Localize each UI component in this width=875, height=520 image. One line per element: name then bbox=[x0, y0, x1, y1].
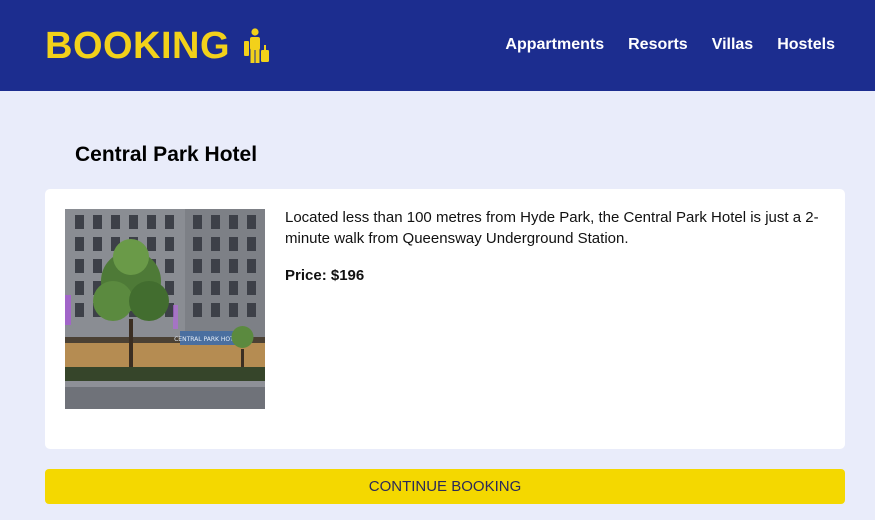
brand-name: BOOKING bbox=[45, 25, 231, 67]
brand-logo[interactable]: BOOKING bbox=[45, 24, 270, 68]
nav-item-villas[interactable]: Villas bbox=[712, 34, 754, 56]
hotel-price: Price: $196 bbox=[285, 267, 365, 284]
traveler-luggage-icon bbox=[244, 28, 270, 63]
hotel-card: CENTRAL PARK HOTEL Located less than 100… bbox=[45, 189, 845, 449]
nav-item-hostels[interactable]: Hostels bbox=[777, 34, 835, 56]
hotel-photo: CENTRAL PARK HOTEL bbox=[65, 209, 265, 409]
hotel-title: Central Park Hotel bbox=[75, 143, 258, 166]
continue-booking-button[interactable]: CONTINUE BOOKING bbox=[45, 469, 845, 504]
nav-item-resorts[interactable]: Resorts bbox=[628, 34, 688, 56]
top-header: BOOKING Appartments Resorts Villas Hoste… bbox=[0, 0, 875, 91]
nav-item-appartments[interactable]: Appartments bbox=[505, 34, 604, 56]
hotel-sign-text: CENTRAL PARK HOTEL bbox=[174, 336, 241, 343]
main-nav: Appartments Resorts Villas Hostels bbox=[505, 34, 835, 56]
hotel-description: Located less than 100 metres from Hyde P… bbox=[285, 209, 819, 247]
